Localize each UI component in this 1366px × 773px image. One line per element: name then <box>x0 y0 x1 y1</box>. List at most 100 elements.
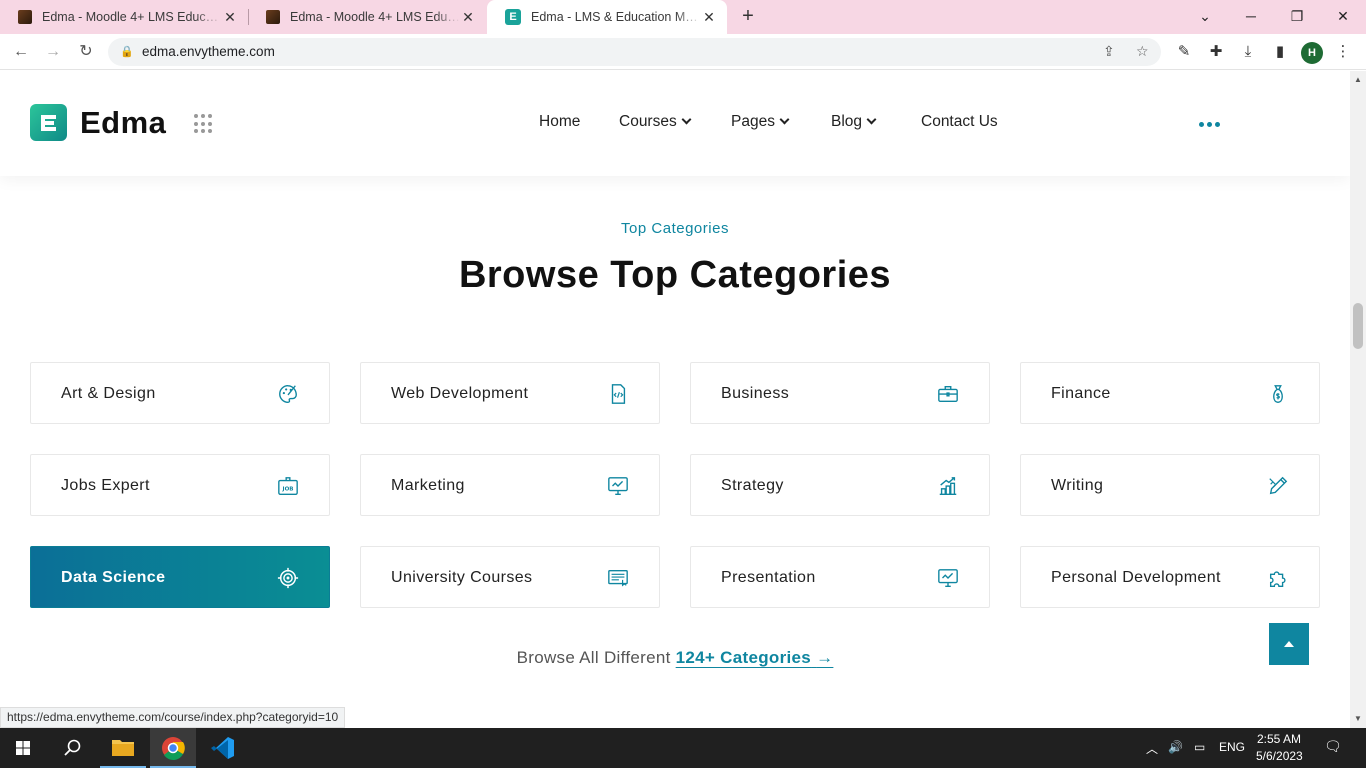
presentation-icon <box>938 569 958 587</box>
tray-chevron-up-icon[interactable]: ︿ <box>1146 740 1158 757</box>
search-icon[interactable] <box>50 728 96 768</box>
pencil-ruler-icon <box>1269 476 1288 495</box>
category-label: Presentation <box>721 569 816 586</box>
back-icon[interactable]: ← <box>10 41 32 63</box>
browser-tab-bar: Edma - Moodle 4+ LMS Education ✕ Edma - … <box>0 0 1366 34</box>
category-card-marketing[interactable]: Marketing <box>360 454 660 516</box>
briefcase-icon <box>938 385 958 403</box>
apps-grid-icon[interactable] <box>194 114 214 134</box>
category-card-presentation[interactable]: Presentation <box>690 546 990 608</box>
category-card-university-courses[interactable]: University Courses <box>360 546 660 608</box>
notifications-icon[interactable]: 🗨 <box>1324 738 1342 755</box>
more-options-icon[interactable] <box>1199 122 1220 127</box>
eyedropper-icon[interactable]: ✎ <box>1173 41 1195 63</box>
share-icon[interactable]: ⇪ <box>1103 43 1115 60</box>
language-indicator[interactable]: ENG <box>1219 740 1245 754</box>
palette-icon <box>279 385 297 403</box>
category-card-art-design[interactable]: Art & Design <box>30 362 330 424</box>
close-window-button[interactable]: ✕ <box>1320 0 1366 32</box>
new-tab-button[interactable]: + <box>737 5 759 27</box>
category-label: Strategy <box>721 477 784 494</box>
volume-icon[interactable]: 🔊 <box>1168 740 1183 754</box>
section-title: Browse Top Categories <box>458 254 892 296</box>
chevron-down-icon <box>866 114 877 125</box>
windows-taskbar: ︿ 🔊 ▭ ENG 2:55 AM 5/6/2023 🗨 <box>0 728 1366 768</box>
file-explorer-icon[interactable] <box>100 728 146 768</box>
browser-tab[interactable]: Edma - Moodle 4+ LMS Education ✕ <box>0 0 248 34</box>
page-scrollbar[interactable]: ▲ ▼ <box>1350 71 1366 728</box>
job-sign-icon: JOB <box>278 477 298 495</box>
category-label: Jobs Expert <box>61 477 150 494</box>
nav-courses[interactable]: Courses <box>619 113 692 131</box>
browser-tab-active[interactable]: E Edma - LMS & Education Moodle ✕ <box>487 0 727 34</box>
chevron-down-icon <box>681 114 692 125</box>
tab-title: Edma - LMS & Education Moodle <box>531 10 701 24</box>
favicon-icon <box>266 10 280 24</box>
tab-search-icon[interactable]: ⌄ <box>1182 0 1228 32</box>
bar-chart-icon <box>939 477 957 495</box>
chrome-icon[interactable] <box>150 728 196 768</box>
side-panel-icon[interactable]: ▮ <box>1269 41 1291 63</box>
svg-text:JOB: JOB <box>282 487 294 493</box>
edma-logo-icon[interactable] <box>30 104 67 141</box>
category-card-web-development[interactable]: Web Development <box>360 362 660 424</box>
category-label: Marketing <box>391 477 465 494</box>
close-tab-icon[interactable]: ✕ <box>222 9 238 26</box>
scrollbar-thumb[interactable] <box>1353 303 1363 349</box>
minimize-button[interactable]: ─ <box>1228 0 1274 32</box>
category-card-data-science[interactable]: Data Science <box>30 546 330 608</box>
category-label: Writing <box>1051 477 1104 494</box>
nav-pages[interactable]: Pages <box>731 113 790 131</box>
address-bar[interactable]: 🔒 edma.envytheme.com ⇪ ☆ <box>108 38 1161 66</box>
clock-date: 5/6/2023 <box>1256 749 1303 763</box>
browse-prefix: Browse All Different <box>516 648 671 667</box>
forward-icon[interactable]: → <box>42 41 64 63</box>
category-label: Web Development <box>391 385 529 402</box>
brand-name[interactable]: Edma <box>80 105 166 141</box>
download-icon[interactable]: ⤓ <box>1237 41 1259 63</box>
category-card-jobs-expert[interactable]: Jobs Expert JOB <box>30 454 330 516</box>
nav-contact[interactable]: Contact Us <box>921 113 998 131</box>
url-text[interactable]: edma.envytheme.com <box>142 44 275 59</box>
category-card-personal-development[interactable]: Personal Development <box>1020 546 1320 608</box>
extensions-icon[interactable]: ✚ <box>1205 41 1227 63</box>
category-label: Finance <box>1051 385 1111 402</box>
browse-categories-link[interactable]: 124+ Categories → <box>676 648 834 667</box>
puzzle-icon <box>1269 571 1286 587</box>
battery-icon[interactable]: ▭ <box>1194 740 1205 754</box>
page-viewport: Edma Home Courses Pages Blog Contact Us … <box>0 71 1350 728</box>
arrow-right-icon: → <box>816 648 834 667</box>
vscode-icon[interactable] <box>200 728 246 768</box>
bookmark-star-icon[interactable]: ☆ <box>1136 43 1149 60</box>
category-card-business[interactable]: Business <box>690 362 990 424</box>
windows-start-icon[interactable] <box>0 728 46 768</box>
lock-icon[interactable]: 🔒 <box>120 45 134 58</box>
taskbar-clock[interactable]: 2:55 AM 5/6/2023 <box>1256 731 1303 765</box>
nav-blog[interactable]: Blog <box>831 113 877 131</box>
category-label: University Courses <box>391 569 533 586</box>
browser-tab[interactable]: Edma - Moodle 4+ LMS Education ✕ <box>248 0 486 34</box>
close-tab-icon[interactable]: ✕ <box>701 9 717 26</box>
scroll-up-icon[interactable]: ▲ <box>1354 75 1362 84</box>
tab-title: Edma - Moodle 4+ LMS Education <box>42 10 222 24</box>
scroll-down-icon[interactable]: ▼ <box>1354 714 1362 723</box>
kebab-menu-icon[interactable]: ⋮ <box>1332 41 1354 63</box>
target-icon <box>277 567 299 589</box>
restore-button[interactable]: ❐ <box>1274 0 1320 32</box>
category-label: Personal Development <box>1051 569 1221 586</box>
category-card-writing[interactable]: Writing <box>1020 454 1320 516</box>
category-card-finance[interactable]: Finance <box>1020 362 1320 424</box>
profile-avatar[interactable]: H <box>1301 42 1323 64</box>
category-card-strategy[interactable]: Strategy <box>690 454 990 516</box>
back-to-top-button[interactable] <box>1269 623 1309 665</box>
category-label: Business <box>721 385 790 402</box>
nav-home[interactable]: Home <box>539 113 580 131</box>
status-bar-url: https://edma.envytheme.com/course/index.… <box>0 707 346 728</box>
monitor-chart-icon <box>608 477 628 495</box>
tab-title: Edma - Moodle 4+ LMS Education <box>290 10 460 24</box>
close-tab-icon[interactable]: ✕ <box>460 9 476 26</box>
edma-favicon-icon: E <box>505 9 521 25</box>
code-file-icon <box>611 384 626 404</box>
reload-icon[interactable]: ↻ <box>75 41 97 63</box>
certificate-icon <box>608 569 628 587</box>
